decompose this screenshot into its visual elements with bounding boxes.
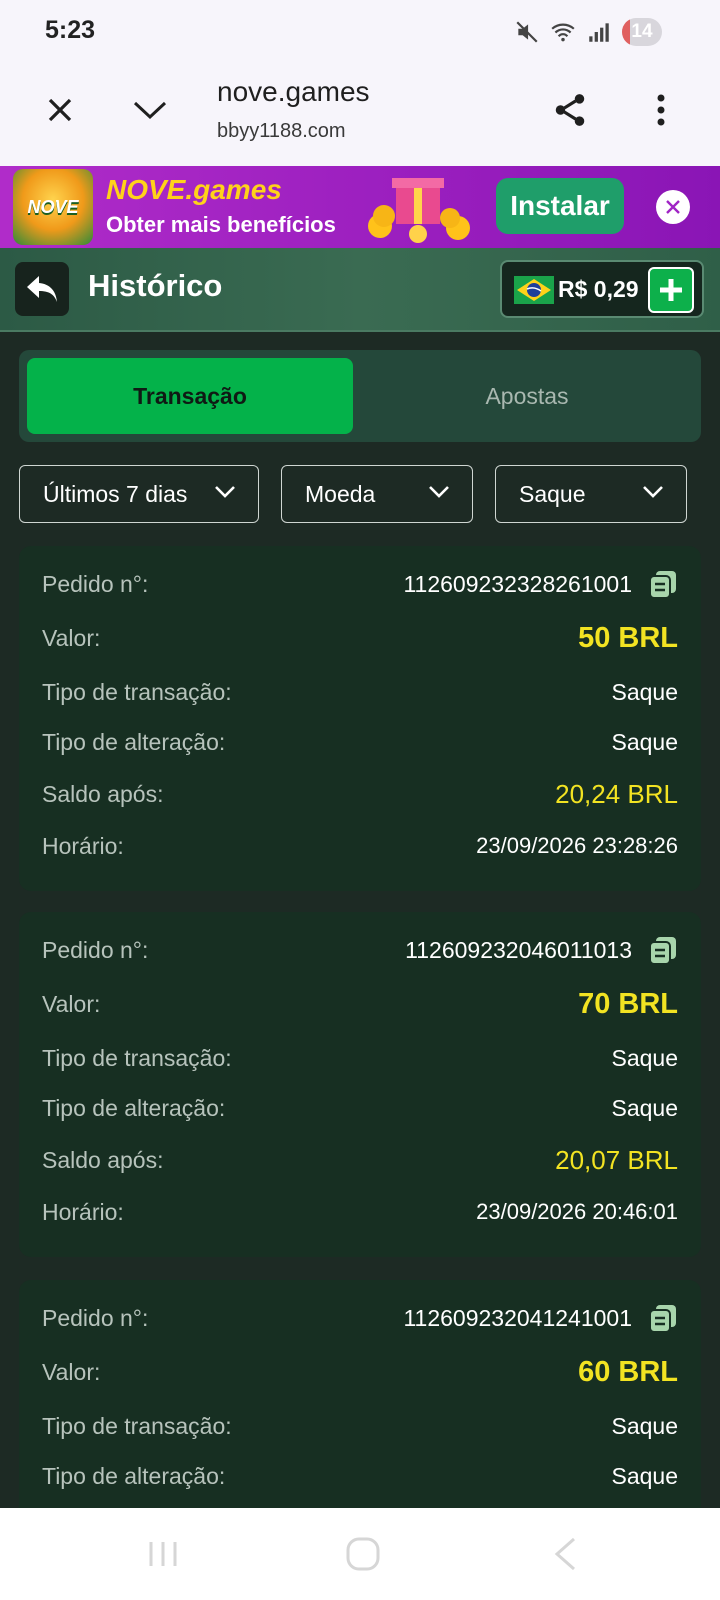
more-vert-icon — [657, 94, 665, 126]
balance-after: 20,24 BRL — [555, 778, 678, 809]
period-filter-label: Últimos 7 dias — [43, 480, 188, 507]
transaction-type-row: Tipo de transação: Saque — [42, 678, 678, 705]
type-filter[interactable]: Saque — [495, 465, 687, 523]
chevron-down-icon — [429, 486, 449, 498]
back-button[interactable] — [15, 262, 69, 316]
transaction-value: 60 BRL — [578, 1355, 678, 1388]
app-logo: NOVE — [13, 169, 93, 245]
page-title: Histórico — [88, 268, 223, 303]
period-filter[interactable]: Últimos 7 dias — [19, 465, 259, 523]
page-url[interactable]: bbyy1188.com — [217, 120, 346, 143]
copy-icon[interactable] — [648, 569, 678, 599]
transaction-value: 50 BRL — [578, 621, 678, 654]
banner-subtitle: Obter mais benefícios — [106, 212, 336, 237]
transaction-card: Pedido n°: 112609232046011013 Valor: 70 … — [19, 912, 701, 1257]
share-icon — [555, 94, 585, 126]
currency-filter[interactable]: Moeda — [281, 465, 473, 523]
status-bar: 5:23 14 — [0, 0, 720, 62]
transaction-type: Saque — [611, 1044, 678, 1071]
mute-icon — [516, 21, 538, 43]
page-host-title: nove.games — [217, 76, 370, 107]
install-app-banner: NOVE NOVE.games Obter mais benefícios In… — [0, 166, 720, 248]
order-row: Pedido n°: 112609232328261001 — [42, 564, 678, 604]
more-options-button[interactable] — [646, 88, 676, 132]
transaction-type-row: Tipo de transação: Saque — [42, 1044, 678, 1071]
browser-toolbar: nove.games bbyy1188.com — [0, 62, 720, 166]
change-type-row: Tipo de alteração: Saque — [42, 1462, 678, 1489]
signal-icon — [589, 23, 609, 42]
chevron-down-icon — [643, 486, 663, 498]
change-type: Saque — [611, 1462, 678, 1489]
chevron-down-icon — [215, 486, 235, 498]
recent-apps-button[interactable] — [143, 1534, 183, 1574]
value-row: Valor: 60 BRL — [42, 1355, 678, 1388]
home-button[interactable] — [343, 1534, 383, 1574]
history-content: Transação Apostas Últimos 7 dias Moeda S… — [0, 332, 720, 1508]
type-filter-label: Saque — [519, 480, 586, 507]
gift-coins-icon — [368, 178, 470, 243]
page-header: Histórico R$ 0,29 — [0, 248, 720, 332]
transaction-value: 70 BRL — [578, 987, 678, 1020]
close-tab-button[interactable] — [40, 90, 80, 130]
change-type: Saque — [611, 728, 678, 755]
transaction-type-row: Tipo de transação: Saque — [42, 1412, 678, 1439]
change-type: Saque — [611, 1094, 678, 1121]
system-back-button[interactable] — [545, 1534, 585, 1574]
balance-amount: R$ 0,29 — [558, 276, 639, 302]
back-icon — [27, 276, 57, 302]
copy-icon[interactable] — [648, 1303, 678, 1333]
value-row: Valor: 50 BRL — [42, 621, 678, 654]
install-button[interactable]: Instalar — [496, 178, 624, 234]
order-row: Pedido n°: 112609232041241001 — [42, 1298, 678, 1338]
transaction-time: 23/09/2026 23:28:26 — [476, 833, 678, 858]
transaction-type: Saque — [611, 1412, 678, 1439]
minimize-button[interactable] — [128, 90, 172, 130]
close-icon — [666, 200, 680, 214]
time-row: Horário: 23/09/2026 23:28:26 — [42, 832, 678, 859]
change-type-row: Tipo de alteração: Saque — [42, 728, 678, 755]
order-number: 112609232041241001 — [403, 1304, 632, 1331]
order-number: 112609232046011013 — [405, 936, 632, 963]
close-icon — [48, 98, 72, 122]
transaction-time: 23/09/2026 20:46:01 — [476, 1199, 678, 1224]
chevron-down-icon — [133, 101, 167, 120]
recent-apps-icon — [149, 1542, 177, 1566]
time-row: Horário: 23/09/2026 20:46:01 — [42, 1198, 678, 1225]
order-row: Pedido n°: 112609232046011013 — [42, 930, 678, 970]
history-tabs: Transação Apostas — [19, 350, 701, 442]
status-icons: 14 — [514, 18, 662, 46]
order-number: 112609232328261001 — [403, 570, 632, 597]
share-button[interactable] — [548, 88, 592, 132]
tab-transacao[interactable]: Transação — [27, 358, 353, 434]
balance-after: 20,07 BRL — [555, 1144, 678, 1175]
system-nav-bar — [0, 1508, 720, 1600]
close-banner-button[interactable] — [656, 190, 690, 224]
battery-indicator: 14 — [622, 18, 662, 46]
transaction-type: Saque — [611, 678, 678, 705]
change-type-row: Tipo de alteração: Saque — [42, 1094, 678, 1121]
banner-app-name: NOVE.games — [106, 174, 282, 205]
balance-after-row: Saldo após: 20,07 BRL — [42, 1144, 678, 1175]
chevron-left-icon — [554, 1537, 575, 1571]
status-time: 5:23 — [45, 16, 96, 44]
transaction-card: Pedido n°: 112609232041241001 Valor: 60 … — [19, 1280, 701, 1508]
deposit-button[interactable] — [648, 267, 694, 313]
balance-after-row: Saldo após: 20,24 BRL — [42, 778, 678, 809]
wifi-icon — [551, 23, 575, 42]
transaction-card: Pedido n°: 112609232328261001 Valor: 50 … — [19, 546, 701, 891]
plus-icon — [660, 279, 682, 301]
currency-filter-label: Moeda — [305, 480, 376, 507]
brazil-flag-icon — [514, 276, 554, 304]
tab-apostas[interactable]: Apostas — [361, 358, 693, 434]
balance-widget[interactable]: R$ 0,29 — [500, 260, 704, 318]
value-row: Valor: 70 BRL — [42, 987, 678, 1020]
home-icon — [346, 1537, 380, 1571]
copy-icon[interactable] — [648, 935, 678, 965]
